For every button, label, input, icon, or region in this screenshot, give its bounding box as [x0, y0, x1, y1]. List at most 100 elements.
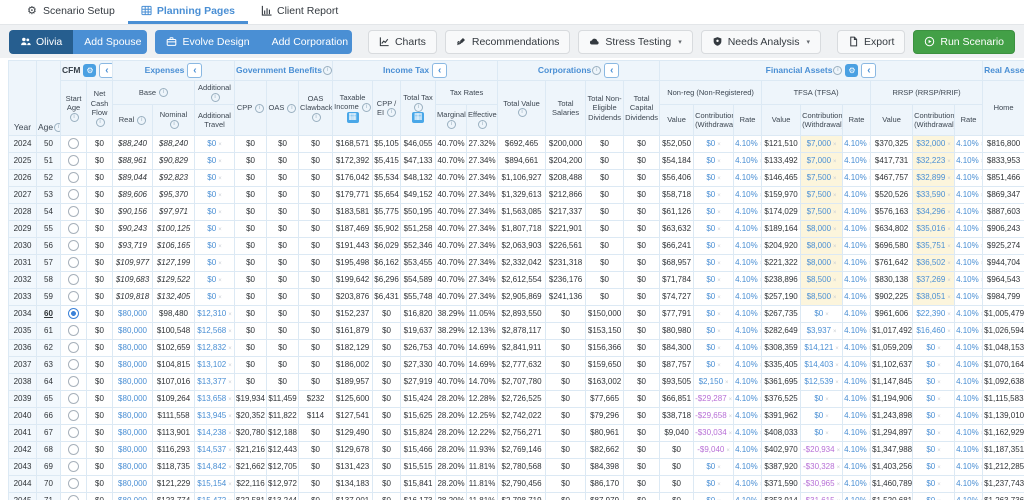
table-cell[interactable]: $2,150×: [694, 373, 734, 390]
table-cell[interactable]: $13,945×: [195, 407, 235, 424]
table-cell[interactable]: $0×: [694, 237, 734, 254]
remove-icon[interactable]: ×: [937, 380, 941, 386]
taxable-income-table-button[interactable]: ▦: [347, 112, 359, 123]
collapse-expenses-button[interactable]: ‹: [187, 63, 202, 78]
table-cell[interactable]: $0×: [801, 407, 843, 424]
remove-icon[interactable]: ×: [717, 295, 721, 301]
table-cell[interactable]: 4.10%×: [843, 186, 871, 203]
table-cell[interactable]: $0×: [913, 475, 955, 492]
start-age-radio[interactable]: [68, 240, 79, 251]
remove-icon[interactable]: ×: [947, 244, 951, 250]
table-cell[interactable]: 4.10%×: [734, 135, 762, 152]
table-cell[interactable]: $0×: [694, 271, 734, 288]
remove-icon[interactable]: ×: [833, 278, 837, 284]
remove-icon[interactable]: ×: [218, 244, 222, 250]
table-cell[interactable]: $0×: [913, 390, 955, 407]
table-cell[interactable]: 4.10%×: [955, 305, 983, 322]
table-cell[interactable]: 4.10%×: [843, 458, 871, 475]
table-cell[interactable]: $22,390×: [913, 305, 955, 322]
needs-analysis-button[interactable]: Needs Analysis ▾: [701, 30, 821, 54]
table-cell[interactable]: $0×: [913, 441, 955, 458]
table-cell[interactable]: $0×: [195, 237, 235, 254]
remove-icon[interactable]: ×: [717, 227, 721, 233]
table-cell[interactable]: 4.10%×: [955, 322, 983, 339]
table-cell[interactable]: $13,658×: [195, 390, 235, 407]
table-cell[interactable]: -$30,034×: [694, 424, 734, 441]
table-cell[interactable]: 4.10%×: [843, 169, 871, 186]
table-cell[interactable]: -$29,658×: [694, 407, 734, 424]
table-cell[interactable]: -$30,965×: [801, 475, 843, 492]
table-cell[interactable]: $80,000: [113, 424, 153, 441]
age-cell[interactable]: 60: [37, 305, 61, 322]
table-cell[interactable]: 4.10%×: [955, 186, 983, 203]
cfm-settings-button[interactable]: ⚙: [83, 64, 96, 77]
remove-icon[interactable]: ×: [729, 397, 733, 403]
table-cell[interactable]: $0×: [195, 169, 235, 186]
table-cell[interactable]: -$30,328×: [801, 458, 843, 475]
remove-icon[interactable]: ×: [218, 210, 222, 216]
remove-icon[interactable]: ×: [937, 363, 941, 369]
table-cell[interactable]: $14,842×: [195, 458, 235, 475]
table-cell[interactable]: $0×: [801, 390, 843, 407]
info-icon[interactable]: i: [833, 66, 842, 75]
table-cell[interactable]: $0×: [694, 492, 734, 500]
table-cell[interactable]: 4.10%×: [955, 475, 983, 492]
remove-icon[interactable]: ×: [717, 329, 721, 335]
start-age-radio[interactable]: [68, 495, 79, 500]
remove-icon[interactable]: ×: [717, 176, 721, 182]
table-cell[interactable]: $8,500×: [801, 271, 843, 288]
remove-icon[interactable]: ×: [228, 346, 232, 352]
table-cell[interactable]: $80,000: [113, 356, 153, 373]
table-cell[interactable]: $0×: [195, 152, 235, 169]
remove-icon[interactable]: ×: [833, 159, 837, 165]
start-age-radio[interactable]: [68, 427, 79, 438]
table-cell[interactable]: 4.10%×: [734, 475, 762, 492]
table-cell[interactable]: $14,238×: [195, 424, 235, 441]
table-cell[interactable]: $32,223×: [913, 152, 955, 169]
table-cell[interactable]: $0×: [694, 339, 734, 356]
table-cell[interactable]: 4.10%×: [955, 169, 983, 186]
remove-icon[interactable]: ×: [717, 278, 721, 284]
table-cell[interactable]: $0×: [694, 186, 734, 203]
table-cell[interactable]: 4.10%×: [734, 305, 762, 322]
collapse-corporations-button[interactable]: ‹: [604, 63, 619, 78]
start-age-radio[interactable]: [68, 172, 79, 183]
remove-icon[interactable]: ×: [825, 431, 829, 437]
remove-icon[interactable]: ×: [833, 329, 837, 335]
start-age-radio[interactable]: [68, 206, 79, 217]
table-cell[interactable]: $0×: [913, 407, 955, 424]
table-cell[interactable]: $37,269×: [913, 271, 955, 288]
table-cell[interactable]: -$20,934×: [801, 441, 843, 458]
evolve-design-button[interactable]: Evolve Design: [155, 30, 260, 54]
recommendations-button[interactable]: Recommendations: [445, 30, 571, 54]
remove-icon[interactable]: ×: [835, 346, 839, 352]
run-scenario-button[interactable]: Run Scenario: [913, 30, 1015, 54]
start-age-radio[interactable]: [68, 376, 79, 387]
table-cell[interactable]: 4.10%×: [734, 458, 762, 475]
table-cell[interactable]: 4.10%×: [955, 254, 983, 271]
add-corporation-button[interactable]: Add Corporation: [261, 30, 352, 54]
info-icon[interactable]: i: [312, 113, 321, 122]
remove-icon[interactable]: ×: [717, 159, 721, 165]
table-cell[interactable]: 4.10%×: [955, 237, 983, 254]
table-cell[interactable]: 4.10%×: [734, 152, 762, 169]
table-cell[interactable]: $0×: [694, 152, 734, 169]
table-cell[interactable]: 4.10%×: [843, 254, 871, 271]
table-cell[interactable]: $80,000: [113, 373, 153, 390]
start-age-radio[interactable]: [68, 223, 79, 234]
table-cell[interactable]: $0×: [694, 203, 734, 220]
start-age-radio[interactable]: [68, 257, 79, 268]
start-age-radio[interactable]: [68, 359, 79, 370]
remove-icon[interactable]: ×: [825, 414, 829, 420]
table-cell[interactable]: $0×: [694, 305, 734, 322]
start-age-radio[interactable]: [68, 274, 79, 285]
start-age-radio[interactable]: [68, 444, 79, 455]
table-cell[interactable]: 4.10%×: [955, 492, 983, 500]
table-cell[interactable]: $13,377×: [195, 373, 235, 390]
remove-icon[interactable]: ×: [937, 448, 941, 454]
remove-icon[interactable]: ×: [228, 482, 232, 488]
info-icon[interactable]: i: [255, 104, 264, 113]
table-cell[interactable]: $0×: [195, 288, 235, 305]
table-cell[interactable]: 4.10%×: [955, 220, 983, 237]
info-icon[interactable]: i: [362, 103, 371, 112]
